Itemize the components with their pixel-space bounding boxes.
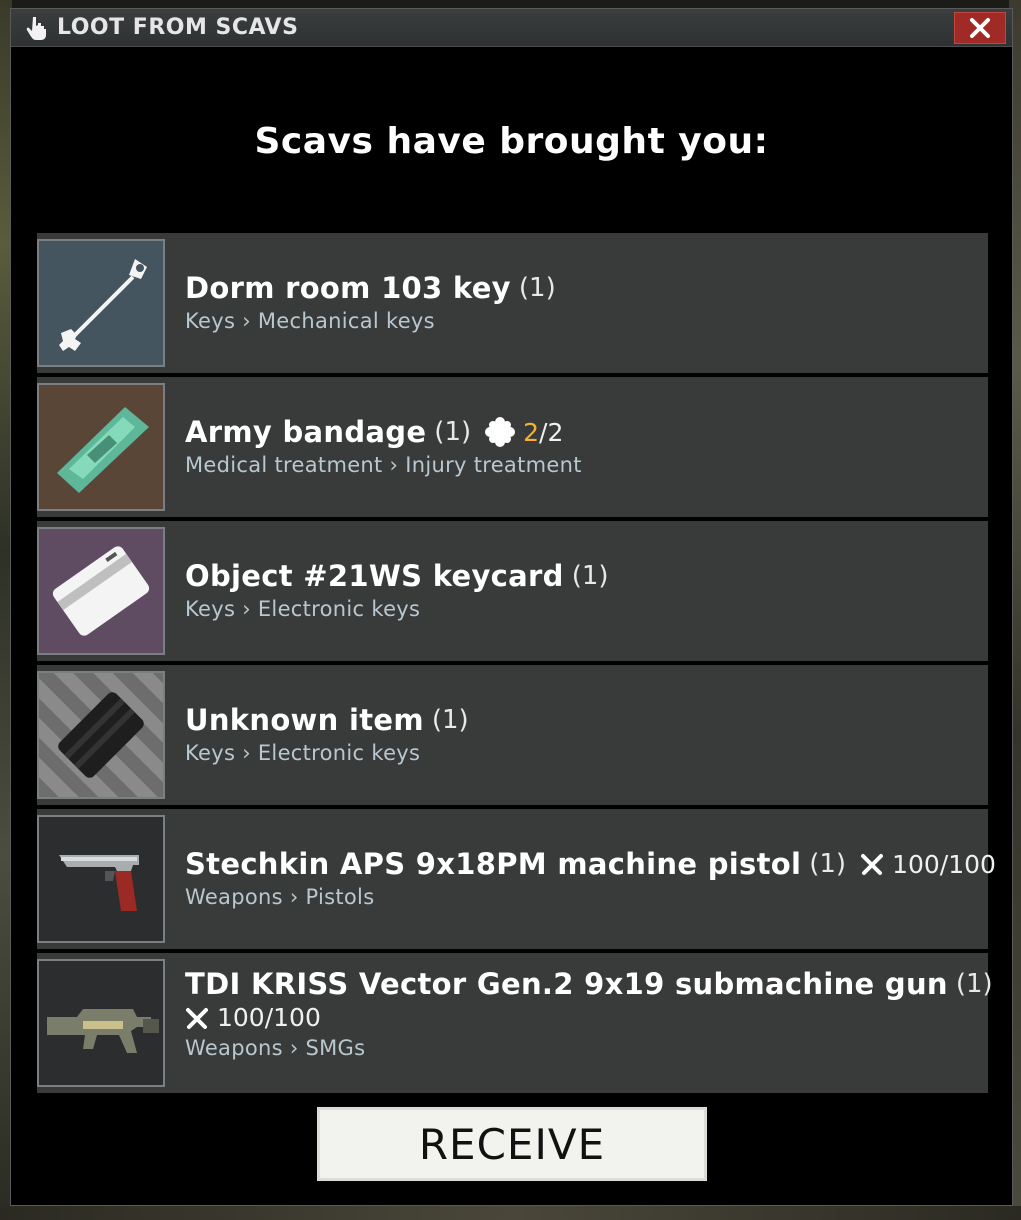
item-durability: 100/100 bbox=[860, 850, 996, 879]
durability-value: 100/100 bbox=[217, 1003, 321, 1032]
repair-tools-icon bbox=[186, 1007, 208, 1029]
item-count: (1) bbox=[431, 705, 469, 735]
pistol-icon bbox=[59, 855, 139, 911]
item-thumbnail[interactable] bbox=[37, 527, 165, 655]
bandage-icon bbox=[57, 407, 149, 493]
close-icon bbox=[970, 18, 990, 38]
receive-button[interactable]: RECEIVE bbox=[317, 1107, 707, 1181]
item-count: (1) bbox=[518, 273, 556, 303]
item-name: TDI KRISS Vector Gen.2 9x19 submachine g… bbox=[185, 967, 948, 1001]
item-thumbnail[interactable] bbox=[37, 959, 165, 1087]
loot-list: Dorm room 103 key (1) Keys › Mechanical … bbox=[37, 233, 996, 1097]
smg-icon bbox=[47, 1009, 159, 1053]
item-category: Keys › Mechanical keys bbox=[185, 309, 435, 333]
uses-total: /2 bbox=[539, 417, 564, 447]
loot-item-row[interactable]: TDI KRISS Vector Gen.2 9x19 submachine g… bbox=[37, 953, 993, 1093]
item-name: Stechkin APS 9x18PM machine pistol bbox=[185, 847, 802, 881]
item-count: (1) bbox=[434, 417, 472, 447]
item-count: (1) bbox=[571, 561, 609, 591]
item-name: Dorm room 103 key bbox=[185, 271, 511, 305]
item-thumbnail[interactable] bbox=[37, 815, 165, 943]
durability-value: 100/100 bbox=[892, 849, 996, 879]
item-name: Unknown item bbox=[185, 703, 424, 737]
keycard-icon bbox=[52, 546, 150, 636]
item-thumbnail[interactable] bbox=[37, 383, 165, 511]
item-name: Object #21WS keycard bbox=[185, 559, 564, 593]
item-uses: 2/2 bbox=[485, 417, 563, 447]
window-titlebar[interactable]: LOOT FROM SCAVS bbox=[11, 9, 1012, 47]
background-edge-bottom bbox=[0, 1206, 1021, 1220]
loot-item-row[interactable]: Unknown item (1) Keys › Electronic keys bbox=[37, 665, 988, 805]
medical-uses-icon bbox=[485, 417, 516, 447]
loot-item-row[interactable]: Stechkin APS 9x18PM machine pistol (1) 1… bbox=[37, 809, 996, 949]
unknown-item-icon bbox=[58, 692, 144, 778]
item-name: Army bandage bbox=[185, 415, 427, 449]
window-title: LOOT FROM SCAVS bbox=[57, 15, 299, 40]
item-category: Weapons › SMGs bbox=[185, 1036, 366, 1060]
loot-window: LOOT FROM SCAVS Scavs have brought you: … bbox=[10, 8, 1013, 1206]
item-count: (1) bbox=[809, 849, 847, 879]
item-durability: 100/100 bbox=[185, 1003, 321, 1032]
item-category: Keys › Electronic keys bbox=[185, 597, 421, 621]
item-category: Keys › Electronic keys bbox=[185, 741, 421, 765]
close-button[interactable] bbox=[954, 12, 1006, 44]
repair-tools-icon bbox=[861, 854, 884, 875]
item-category: Medical treatment › Injury treatment bbox=[185, 453, 582, 477]
loot-heading: Scavs have brought you: bbox=[254, 121, 769, 162]
key-icon bbox=[59, 259, 147, 351]
uses-current: 2 bbox=[523, 417, 540, 447]
item-thumbnail[interactable] bbox=[37, 239, 165, 367]
item-category: Weapons › Pistols bbox=[185, 885, 375, 909]
item-thumbnail[interactable] bbox=[37, 671, 165, 799]
loot-item-row[interactable]: Army bandage (1) 2/2 Medical treatment ›… bbox=[37, 377, 988, 517]
loot-item-row[interactable]: Object #21WS keycard (1) Keys › Electron… bbox=[37, 521, 988, 661]
loot-item-row[interactable]: Dorm room 103 key (1) Keys › Mechanical … bbox=[37, 233, 988, 373]
hand-pointer-icon bbox=[26, 17, 46, 40]
item-count: (1) bbox=[955, 969, 993, 999]
